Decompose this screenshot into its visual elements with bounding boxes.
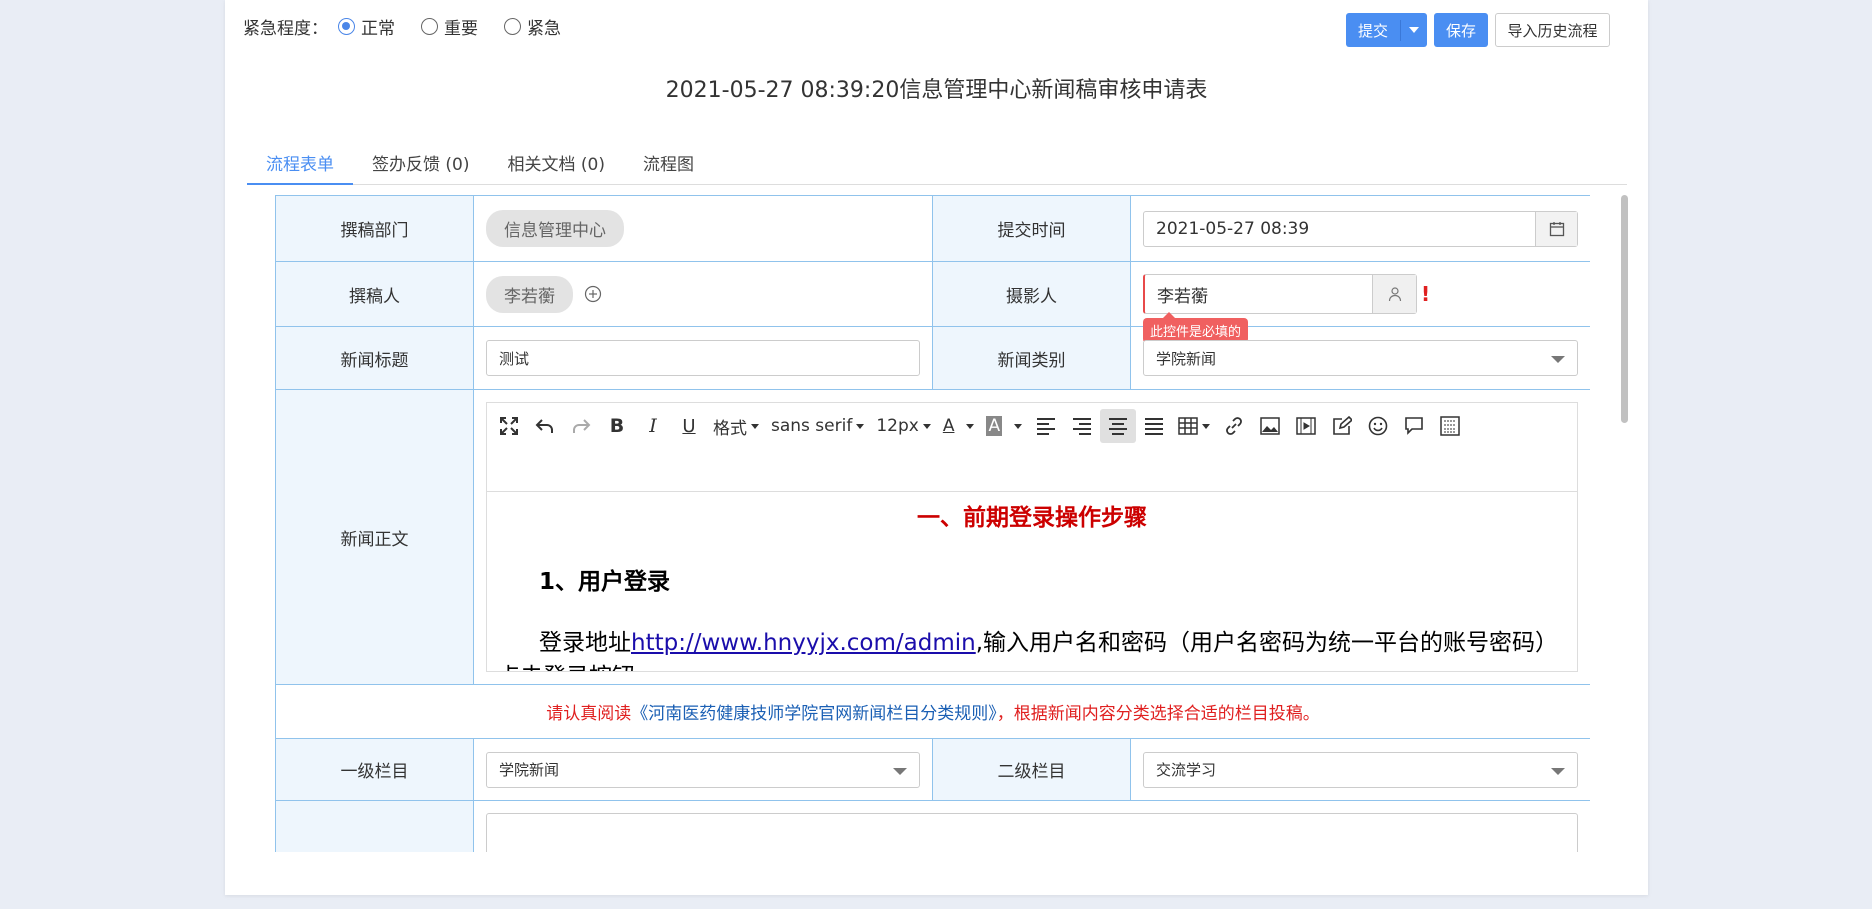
- form-table: 撰稿部门 信息管理中心 提交时间 2021-05-27 08:39 撰稿人 李若…: [275, 195, 1590, 852]
- level1-select[interactable]: 学院新闻: [486, 751, 920, 788]
- dept-label: 撰稿部门: [275, 195, 474, 262]
- level1-label: 一级栏目: [275, 738, 474, 801]
- login-link[interactable]: http://www.hnyyjx.com/admin: [631, 630, 976, 656]
- editor-toolbar: B I U 格式 sans serif 12px A A: [487, 403, 1577, 492]
- chevron-down-icon: [1551, 356, 1565, 363]
- urgency-urgent[interactable]: 紧急: [504, 14, 561, 39]
- user-icon[interactable]: [1372, 275, 1416, 313]
- form-card: 紧急程度： 正常 重要 紧急 提交 保存 导入历史流程 2021-05-27 0…: [225, 0, 1648, 895]
- news-title-input[interactable]: 测试: [486, 340, 920, 376]
- calendar-icon[interactable]: [1535, 211, 1577, 246]
- edit-code-icon[interactable]: [1324, 409, 1360, 443]
- radio-icon[interactable]: [421, 18, 438, 35]
- save-button[interactable]: 保存: [1434, 13, 1488, 47]
- urgency-group: 紧急程度： 正常 重要 紧急: [243, 14, 577, 39]
- category-notice: 请认真阅读《河南医药健康技师学院官网新闻栏目分类规则》，根据新闻内容分类选择合适…: [275, 684, 1590, 739]
- required-mark-icon: !: [1421, 282, 1431, 306]
- align-right-icon[interactable]: [1064, 409, 1100, 443]
- redo-icon[interactable]: [563, 409, 599, 443]
- import-history-button[interactable]: 导入历史流程: [1495, 13, 1610, 47]
- tab-form[interactable]: 流程表单: [247, 138, 353, 185]
- font-family-dropdown[interactable]: sans serif: [765, 409, 870, 443]
- urgency-important[interactable]: 重要: [421, 14, 478, 39]
- photographer-field[interactable]: 李若蘅: [1143, 274, 1417, 314]
- text-color-icon[interactable]: A: [937, 409, 981, 443]
- content-heading: 一、前期登录操作步骤: [917, 505, 1147, 531]
- chevron-down-icon: [893, 767, 907, 775]
- urgency-label: 紧急程度：: [243, 19, 328, 39]
- rules-link[interactable]: 《河南医药健康技师学院官网新闻栏目分类规则》: [631, 704, 997, 724]
- dept-tag: 信息管理中心: [486, 210, 624, 247]
- submit-time-field[interactable]: 2021-05-27 08:39: [1143, 210, 1578, 247]
- underline-icon[interactable]: U: [671, 409, 707, 443]
- undo-icon[interactable]: [527, 409, 563, 443]
- news-type-label: 新闻类别: [932, 326, 1131, 390]
- scrollbar[interactable]: [1621, 195, 1628, 423]
- urgency-normal[interactable]: 正常: [338, 14, 395, 39]
- format-dropdown[interactable]: 格式: [707, 409, 765, 443]
- submit-time-label: 提交时间: [932, 195, 1131, 262]
- link-icon[interactable]: [1216, 409, 1252, 443]
- top-actions: 提交 保存 导入历史流程: [1346, 13, 1610, 47]
- extra-textarea[interactable]: [486, 813, 1578, 852]
- rich-text-editor[interactable]: B I U 格式 sans serif 12px A A 一、前期登录操作步骤 …: [486, 402, 1578, 672]
- dropdown-caret-icon[interactable]: [1401, 27, 1427, 33]
- table-icon[interactable]: [1172, 409, 1216, 443]
- visual-blocks-icon[interactable]: [1432, 409, 1468, 443]
- tab-feedback[interactable]: 签办反馈 (0): [353, 138, 488, 185]
- image-icon[interactable]: [1252, 409, 1288, 443]
- editor-content[interactable]: 一、前期登录操作步骤 1、用户登录 登录地址http://www.hnyyjx.…: [487, 492, 1577, 671]
- tab-flowchart[interactable]: 流程图: [624, 138, 713, 185]
- author-tag: 李若蘅: [486, 275, 573, 313]
- page-title: 2021-05-27 08:39:20信息管理中心新闻稿审核申请表: [665, 78, 1208, 103]
- tab-documents[interactable]: 相关文档 (0): [488, 138, 623, 185]
- font-size-dropdown[interactable]: 12px: [870, 409, 936, 443]
- emoji-icon[interactable]: [1360, 409, 1396, 443]
- fullscreen-icon[interactable]: [491, 409, 527, 443]
- bold-icon[interactable]: B: [599, 409, 635, 443]
- content-subheading: 1、用户登录: [539, 569, 671, 595]
- italic-icon[interactable]: I: [635, 409, 671, 443]
- chevron-down-icon: [1551, 767, 1565, 775]
- align-center-icon[interactable]: [1100, 409, 1137, 443]
- photographer-field-wrap: 李若蘅 ! 此控件是必填的: [1143, 274, 1578, 343]
- add-circle-icon[interactable]: [584, 285, 602, 308]
- media-icon[interactable]: [1288, 409, 1324, 443]
- submit-button[interactable]: 提交: [1346, 13, 1427, 47]
- level2-label: 二级栏目: [932, 738, 1131, 801]
- news-type-select[interactable]: 学院新闻: [1143, 340, 1578, 376]
- radio-icon[interactable]: [338, 18, 355, 35]
- content-paragraph: 登录地址http://www.hnyyjx.com/admin,输入用户名和密码…: [497, 630, 1559, 671]
- align-justify-icon[interactable]: [1136, 409, 1172, 443]
- level2-select[interactable]: 交流学习: [1143, 751, 1578, 788]
- body-label: 新闻正文: [275, 389, 474, 685]
- align-left-icon[interactable]: [1028, 409, 1064, 443]
- tab-bar: 流程表单 签办反馈 (0) 相关文档 (0) 流程图: [247, 138, 1627, 185]
- comment-icon[interactable]: [1396, 409, 1432, 443]
- photographer-label: 摄影人: [932, 261, 1131, 327]
- news-title-label: 新闻标题: [275, 326, 474, 390]
- author-label: 撰稿人: [275, 261, 474, 327]
- radio-icon[interactable]: [504, 18, 521, 35]
- bg-color-icon[interactable]: A: [980, 409, 1028, 443]
- form-table-wrapper: 撰稿部门 信息管理中心 提交时间 2021-05-27 08:39 撰稿人 李若…: [275, 195, 1590, 852]
- extra-label: [275, 800, 474, 852]
